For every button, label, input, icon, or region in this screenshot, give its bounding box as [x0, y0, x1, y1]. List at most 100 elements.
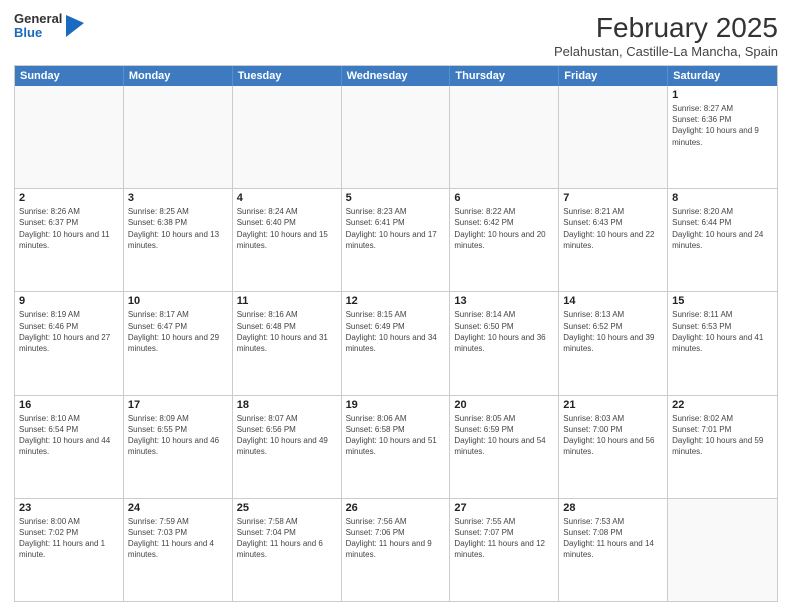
day-number: 18	[237, 399, 337, 411]
cell-info: Sunrise: 7:59 AMSunset: 7:03 PMDaylight:…	[128, 516, 228, 561]
cal-weekday-friday: Friday	[559, 66, 668, 86]
cell-info: Sunrise: 8:05 AMSunset: 6:59 PMDaylight:…	[454, 413, 554, 458]
calendar-cell: 19 Sunrise: 8:06 AMSunset: 6:58 PMDayligh…	[342, 396, 451, 498]
calendar-cell	[668, 499, 777, 601]
day-number: 4	[237, 192, 337, 204]
calendar-row-0: 1 Sunrise: 8:27 AMSunset: 6:36 PMDaylight…	[15, 86, 777, 189]
day-number: 11	[237, 295, 337, 307]
cell-info: Sunrise: 8:07 AMSunset: 6:56 PMDaylight:…	[237, 413, 337, 458]
calendar-cell: 16 Sunrise: 8:10 AMSunset: 6:54 PMDayligh…	[15, 396, 124, 498]
calendar-cell: 23Sunrise: 8:00 AMSunset: 7:02 PMDayligh…	[15, 499, 124, 601]
calendar-cell	[342, 86, 451, 188]
calendar-cell	[450, 86, 559, 188]
calendar-cell	[124, 86, 233, 188]
day-number: 15	[672, 295, 773, 307]
day-number: 7	[563, 192, 663, 204]
day-number: 13	[454, 295, 554, 307]
day-number: 27	[454, 502, 554, 514]
day-number: 9	[19, 295, 119, 307]
calendar-cell: 10 Sunrise: 8:17 AMSunset: 6:47 PMDayligh…	[124, 292, 233, 394]
calendar-cell: 27 Sunrise: 7:55 AMSunset: 7:07 PMDayligh…	[450, 499, 559, 601]
month-title: February 2025	[554, 12, 778, 44]
cell-info: Sunrise: 8:22 AMSunset: 6:42 PMDaylight:…	[454, 206, 554, 251]
day-number: 24	[128, 502, 228, 514]
day-number: 14	[563, 295, 663, 307]
day-number: 2	[19, 192, 119, 204]
calendar-cell: 17 Sunrise: 8:09 AMSunset: 6:55 PMDayligh…	[124, 396, 233, 498]
cell-info: Sunrise: 8:23 AMSunset: 6:41 PMDaylight:…	[346, 206, 446, 251]
cell-info: Sunrise: 8:27 AMSunset: 6:36 PMDaylight:…	[672, 103, 773, 148]
cell-info: Sunrise: 7:53 AMSunset: 7:08 PMDaylight:…	[563, 516, 663, 561]
logo-text: General Blue	[14, 12, 62, 41]
calendar-cell: 21 Sunrise: 8:03 AMSunset: 7:00 PMDayligh…	[559, 396, 668, 498]
calendar-cell: 4 Sunrise: 8:24 AMSunset: 6:40 PMDaylight…	[233, 189, 342, 291]
day-number: 22	[672, 399, 773, 411]
day-number: 21	[563, 399, 663, 411]
calendar-body: 1 Sunrise: 8:27 AMSunset: 6:36 PMDaylight…	[15, 86, 777, 601]
cell-info: Sunrise: 8:25 AMSunset: 6:38 PMDaylight:…	[128, 206, 228, 251]
logo-icon	[66, 15, 84, 37]
calendar: SundayMondayTuesdayWednesdayThursdayFrid…	[14, 65, 778, 602]
cell-info: Sunrise: 8:19 AMSunset: 6:46 PMDaylight:…	[19, 309, 119, 354]
cell-info: Sunrise: 8:17 AMSunset: 6:47 PMDaylight:…	[128, 309, 228, 354]
calendar-cell: 1 Sunrise: 8:27 AMSunset: 6:36 PMDaylight…	[668, 86, 777, 188]
location-subtitle: Pelahustan, Castille-La Mancha, Spain	[554, 44, 778, 59]
calendar-row-1: 2Sunrise: 8:26 AMSunset: 6:37 PMDaylight…	[15, 189, 777, 292]
day-number: 16	[19, 399, 119, 411]
day-number: 19	[346, 399, 446, 411]
calendar-cell: 2Sunrise: 8:26 AMSunset: 6:37 PMDaylight…	[15, 189, 124, 291]
calendar-cell: 12 Sunrise: 8:15 AMSunset: 6:49 PMDayligh…	[342, 292, 451, 394]
logo-blue: Blue	[14, 26, 62, 40]
logo: General Blue	[14, 12, 84, 41]
calendar-cell: 24 Sunrise: 7:59 AMSunset: 7:03 PMDayligh…	[124, 499, 233, 601]
day-number: 28	[563, 502, 663, 514]
day-number: 25	[237, 502, 337, 514]
cell-info: Sunrise: 8:15 AMSunset: 6:49 PMDaylight:…	[346, 309, 446, 354]
cell-info: Sunrise: 7:55 AMSunset: 7:07 PMDaylight:…	[454, 516, 554, 561]
day-number: 12	[346, 295, 446, 307]
cell-info: Sunrise: 8:10 AMSunset: 6:54 PMDaylight:…	[19, 413, 119, 458]
cell-info: Sunrise: 8:06 AMSunset: 6:58 PMDaylight:…	[346, 413, 446, 458]
page: General Blue February 2025 Pelahustan, C…	[0, 0, 792, 612]
day-number: 1	[672, 89, 773, 101]
calendar-cell: 20 Sunrise: 8:05 AMSunset: 6:59 PMDayligh…	[450, 396, 559, 498]
day-number: 20	[454, 399, 554, 411]
cal-weekday-tuesday: Tuesday	[233, 66, 342, 86]
cal-weekday-saturday: Saturday	[668, 66, 777, 86]
cal-weekday-sunday: Sunday	[15, 66, 124, 86]
calendar-cell: 9 Sunrise: 8:19 AMSunset: 6:46 PMDaylight…	[15, 292, 124, 394]
calendar-cell: 8Sunrise: 8:20 AMSunset: 6:44 PMDaylight…	[668, 189, 777, 291]
calendar-cell: 28 Sunrise: 7:53 AMSunset: 7:08 PMDayligh…	[559, 499, 668, 601]
title-block: February 2025 Pelahustan, Castille-La Ma…	[554, 12, 778, 59]
day-number: 3	[128, 192, 228, 204]
cell-info: Sunrise: 8:09 AMSunset: 6:55 PMDaylight:…	[128, 413, 228, 458]
cal-weekday-monday: Monday	[124, 66, 233, 86]
calendar-cell	[233, 86, 342, 188]
cell-info: Sunrise: 8:21 AMSunset: 6:43 PMDaylight:…	[563, 206, 663, 251]
header: General Blue February 2025 Pelahustan, C…	[14, 12, 778, 59]
cell-info: Sunrise: 7:56 AMSunset: 7:06 PMDaylight:…	[346, 516, 446, 561]
day-number: 10	[128, 295, 228, 307]
calendar-cell: 11 Sunrise: 8:16 AMSunset: 6:48 PMDayligh…	[233, 292, 342, 394]
logo-general: General	[14, 12, 62, 26]
calendar-cell: 15 Sunrise: 8:11 AMSunset: 6:53 PMDayligh…	[668, 292, 777, 394]
calendar-row-3: 16 Sunrise: 8:10 AMSunset: 6:54 PMDayligh…	[15, 396, 777, 499]
calendar-cell: 3 Sunrise: 8:25 AMSunset: 6:38 PMDaylight…	[124, 189, 233, 291]
calendar-cell: 5 Sunrise: 8:23 AMSunset: 6:41 PMDaylight…	[342, 189, 451, 291]
day-number: 5	[346, 192, 446, 204]
cell-info: Sunrise: 8:11 AMSunset: 6:53 PMDaylight:…	[672, 309, 773, 354]
calendar-cell: 26Sunrise: 7:56 AMSunset: 7:06 PMDayligh…	[342, 499, 451, 601]
cal-weekday-wednesday: Wednesday	[342, 66, 451, 86]
calendar-cell: 13Sunrise: 8:14 AMSunset: 6:50 PMDayligh…	[450, 292, 559, 394]
cell-info: Sunrise: 8:20 AMSunset: 6:44 PMDaylight:…	[672, 206, 773, 251]
calendar-cell: 14Sunrise: 8:13 AMSunset: 6:52 PMDayligh…	[559, 292, 668, 394]
day-number: 23	[19, 502, 119, 514]
cell-info: Sunrise: 8:16 AMSunset: 6:48 PMDaylight:…	[237, 309, 337, 354]
calendar-cell	[559, 86, 668, 188]
cell-info: Sunrise: 8:03 AMSunset: 7:00 PMDaylight:…	[563, 413, 663, 458]
day-number: 17	[128, 399, 228, 411]
calendar-cell: 25 Sunrise: 7:58 AMSunset: 7:04 PMDayligh…	[233, 499, 342, 601]
cell-info: Sunrise: 8:24 AMSunset: 6:40 PMDaylight:…	[237, 206, 337, 251]
cell-info: Sunrise: 7:58 AMSunset: 7:04 PMDaylight:…	[237, 516, 337, 561]
calendar-cell: 18 Sunrise: 8:07 AMSunset: 6:56 PMDayligh…	[233, 396, 342, 498]
